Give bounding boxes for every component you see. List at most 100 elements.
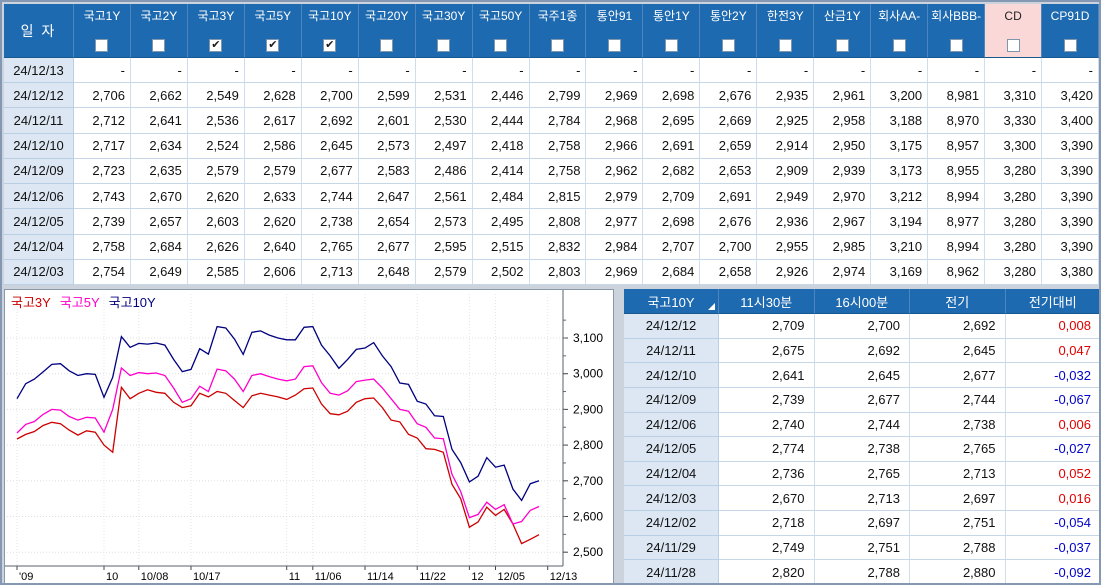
rate-cell-8: 2,784: [529, 108, 587, 134]
rate-cell-6: 2,573: [415, 209, 473, 235]
y-axis-label: 2,900: [573, 402, 603, 416]
column-checkbox-2[interactable]: ✔: [209, 39, 223, 52]
column-header-0[interactable]: 국고1Y: [74, 4, 131, 58]
detail-header-label-3: 전기: [945, 294, 970, 310]
column-header-17[interactable]: CP91D: [1042, 4, 1099, 58]
rate-cell-5: 2,677: [358, 234, 416, 260]
date-cell: 24/12/11: [4, 108, 74, 134]
column-header-14[interactable]: 회사AA-: [871, 4, 929, 58]
column-checkbox-7[interactable]: [494, 39, 508, 52]
rate-cell-17: 3,380: [1042, 259, 1099, 285]
rate-cell-6: 2,531: [415, 83, 473, 109]
detail-1600-cell: 2,692: [814, 338, 910, 364]
column-header-label-16: CD: [1004, 9, 1022, 23]
detail-prev-cell: 2,765: [910, 437, 1006, 462]
column-checkbox-10[interactable]: [664, 39, 678, 52]
chart-svg: 3,100 3,000 2,900 2,800 2,700 2,600 2,500 '09 10…: [5, 290, 603, 583]
column-checkbox-6[interactable]: [437, 39, 451, 52]
rate-cell-8: 2,808: [529, 209, 587, 235]
detail-change-cell: 0,047: [1005, 338, 1099, 364]
bond-yield-terminal: 일 자 국고1Y 국고2Y 국고3Y ✔ 국고5Y ✔ 국고10Y ✔ 국고20Y 국고30Y 국고5…: [0, 0, 1101, 585]
column-header-label-13: 산금1Y: [823, 9, 861, 23]
rate-cell-3: 2,617: [244, 108, 302, 134]
rate-cell-15: 8,994: [928, 184, 986, 210]
column-checkbox-1[interactable]: [152, 39, 166, 52]
rate-cell-2: 2,524: [187, 133, 245, 159]
column-header-1[interactable]: 국고2Y: [130, 4, 188, 58]
detail-1130-cell: 2,774: [719, 437, 815, 462]
column-checkbox-14[interactable]: [892, 39, 906, 52]
column-checkbox-12[interactable]: [778, 39, 792, 52]
rate-cell-4: 2,713: [301, 259, 359, 285]
rate-cell-6: 2,561: [415, 184, 473, 210]
detail-1130-cell: 2,641: [719, 363, 815, 388]
detail-1600-cell: 2,788: [814, 560, 910, 583]
column-checkbox-11[interactable]: [721, 39, 735, 52]
rate-cell-2: 2,626: [187, 234, 245, 260]
detail-change-cell: -0,092: [1005, 560, 1099, 583]
rate-cell-6: 2,486: [415, 158, 473, 185]
detail-header-0[interactable]: 국고10Y: [624, 289, 719, 314]
rate-cell-11: 2,676: [700, 83, 758, 109]
column-header-4[interactable]: 국고10Y ✔: [301, 4, 359, 58]
rate-cell-9: 2,984: [586, 234, 644, 260]
rate-cell-3: 2,606: [244, 259, 302, 285]
rate-cell-10: 2,684: [643, 259, 701, 285]
column-checkbox-16[interactable]: [1006, 39, 1020, 52]
rate-cell-0: 2,754: [74, 259, 131, 285]
rate-cell-11: -: [700, 58, 758, 84]
column-header-12[interactable]: 한전3Y: [757, 4, 815, 58]
column-header-8[interactable]: 국주1종: [529, 4, 587, 58]
rate-cell-17: 3,400: [1042, 108, 1099, 134]
rate-cell-5: 2,647: [358, 184, 416, 210]
column-header-16[interactable]: CD: [985, 4, 1043, 58]
column-checkbox-13[interactable]: [835, 39, 849, 52]
detail-header-1: 11시30분: [719, 289, 815, 314]
column-header-3[interactable]: 국고5Y ✔: [244, 4, 302, 58]
detail-date-cell: 24/12/05: [624, 437, 719, 462]
rate-cell-7: 2,444: [472, 108, 530, 134]
rate-cell-12: -: [757, 58, 815, 84]
rate-cell-9: 2,977: [586, 209, 644, 235]
rate-cell-10: -: [643, 58, 701, 84]
column-header-11[interactable]: 통안2Y: [700, 4, 758, 58]
detail-change-cell: -0,054: [1005, 511, 1099, 536]
x-axis-label: 11: [289, 571, 300, 583]
detail-date-cell: 24/12/11: [624, 338, 719, 364]
column-header-7[interactable]: 국고50Y: [472, 4, 530, 58]
rate-cell-7: 2,495: [472, 209, 530, 235]
rate-cell-12: 2,925: [757, 108, 815, 134]
column-header-9[interactable]: 통안91: [586, 4, 644, 58]
column-header-label-11: 통안2Y: [709, 9, 747, 23]
column-checkbox-8[interactable]: [551, 39, 565, 52]
detail-1600-cell: 2,751: [814, 535, 910, 561]
column-header-15[interactable]: 회사BBB-: [928, 4, 986, 58]
rate-cell-15: 8,957: [928, 133, 986, 159]
column-header-10[interactable]: 통안1Y: [643, 4, 701, 58]
column-checkbox-9[interactable]: [607, 39, 621, 52]
rate-cell-7: 2,515: [472, 234, 530, 260]
detail-1600-cell: 2,645: [814, 363, 910, 388]
column-checkbox-5[interactable]: [380, 39, 394, 52]
column-header-13[interactable]: 산금1Y: [814, 4, 872, 58]
rate-cell-11: 2,658: [700, 259, 758, 285]
x-axis-label: '09: [19, 571, 33, 583]
detail-1600-cell: 2,697: [814, 511, 910, 536]
column-header-5[interactable]: 국고20Y: [358, 4, 416, 58]
rate-cell-4: 2,677: [301, 158, 359, 185]
column-checkbox-3[interactable]: ✔: [266, 39, 280, 52]
column-header-2[interactable]: 국고3Y ✔: [187, 4, 245, 58]
column-checkbox-0[interactable]: [95, 39, 109, 52]
column-checkbox-17[interactable]: [1063, 39, 1077, 52]
detail-header-label-4: 전기대비: [1028, 294, 1077, 310]
column-checkbox-4[interactable]: ✔: [323, 39, 337, 52]
rate-cell-0: 2,717: [74, 133, 131, 159]
column-checkbox-15[interactable]: [949, 39, 963, 52]
rate-cell-2: 2,536: [187, 108, 245, 134]
detail-header-label-0: 국고10Y: [647, 294, 695, 310]
detail-date-cell: 24/12/06: [624, 412, 719, 438]
rate-cell-2: 2,620: [187, 184, 245, 210]
detail-prev-cell: 2,677: [910, 363, 1006, 388]
column-header-6[interactable]: 국고30Y: [415, 4, 473, 58]
rate-cell-15: 8,981: [928, 83, 986, 109]
